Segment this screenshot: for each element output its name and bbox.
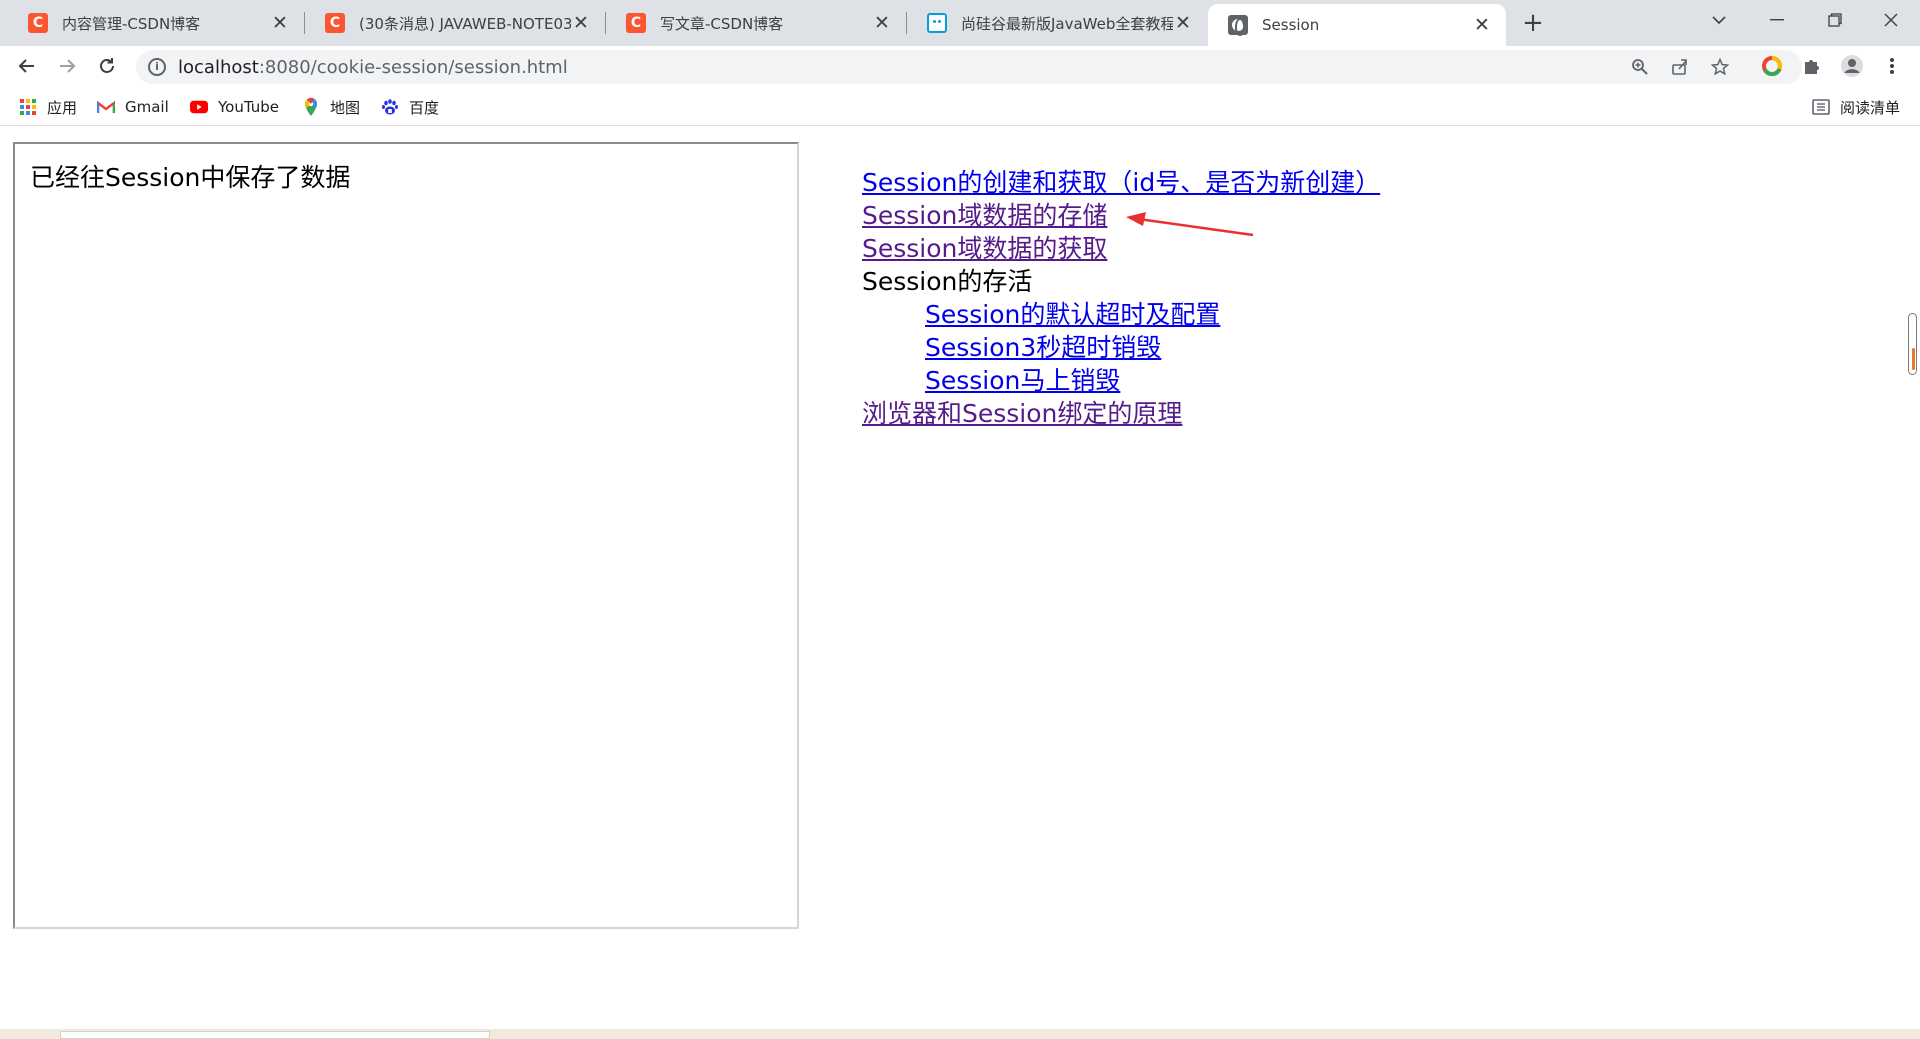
baidu-paw-icon <box>381 98 399 116</box>
close-icon[interactable]: ✕ <box>1472 15 1492 35</box>
result-iframe: 已经往Session中保存了数据 <box>13 142 799 929</box>
link-row: Session马上销毁 <box>862 364 1380 397</box>
bookmark-youtube[interactable]: YouTube <box>190 96 279 118</box>
share-icon[interactable] <box>1670 58 1690 78</box>
tab-title: 内容管理-CSDN博客 <box>62 14 201 33</box>
bookmark-label: Gmail <box>125 98 169 116</box>
tab-session[interactable]: Session ✕ <box>1208 4 1506 46</box>
youtube-icon <box>190 98 208 116</box>
link-row: Session的创建和获取（id号、是否为新创建） <box>862 166 1380 199</box>
reload-button[interactable] <box>91 50 123 82</box>
bookmark-apps[interactable]: 应用 <box>19 96 77 118</box>
bookmark-label: 应用 <box>47 98 78 117</box>
tab-javaweb-note[interactable]: C (30条消息) JAVAWEB-NOTE03_ ✕ <box>305 0 605 46</box>
link-browser-session-binding[interactable]: 浏览器和Session绑定的原理 <box>862 399 1182 428</box>
tab-title: 尚硅谷最新版JavaWeb全套教程, <box>961 14 1173 33</box>
address-bar[interactable]: i localhost:8080/cookie-session/session.… <box>136 50 1802 84</box>
gmail-icon <box>97 98 115 116</box>
close-icon[interactable]: ✕ <box>270 13 290 33</box>
bookmark-baidu[interactable]: 百度 <box>381 96 439 118</box>
link-session-create[interactable]: Session的创建和获取（id号、是否为新创建） <box>862 168 1380 197</box>
close-icon[interactable]: ✕ <box>571 13 591 33</box>
url-text[interactable]: localhost:8080/cookie-session/session.ht… <box>178 57 568 78</box>
link-row: 浏览器和Session绑定的原理 <box>862 397 1380 430</box>
link-session-invalidate-now[interactable]: Session马上销毁 <box>925 366 1120 395</box>
link-session-3s-timeout[interactable]: Session3秒超时销毁 <box>925 333 1161 362</box>
zoom-icon[interactable] <box>1630 58 1650 78</box>
scrollbar-thumb[interactable] <box>1908 313 1917 375</box>
tab-title: (30条消息) JAVAWEB-NOTE03_ <box>359 14 571 33</box>
tab-csdn-content[interactable]: C 内容管理-CSDN博客 ✕ <box>8 0 304 46</box>
bookmarks-bar: 应用 Gmail YouTube 地图 百度 阅读清单 <box>0 88 1920 126</box>
red-arrow-icon <box>1126 212 1254 237</box>
site-info-icon[interactable]: i <box>148 58 166 76</box>
url-host: localhost <box>178 57 259 78</box>
link-row: Session的默认超时及配置 <box>862 298 1380 331</box>
reading-list-button[interactable]: 阅读清单 <box>1812 96 1900 118</box>
close-icon[interactable]: ✕ <box>1173 13 1193 33</box>
restore-button[interactable] <box>1806 0 1864 40</box>
bookmark-label: 地图 <box>330 98 361 117</box>
bookmark-star-icon[interactable] <box>1710 57 1730 78</box>
bookmark-maps[interactable]: 地图 <box>302 96 360 118</box>
session-result-message: 已经往Session中保存了数据 <box>30 163 351 192</box>
bookmark-label: 百度 <box>409 98 440 117</box>
reading-list-icon <box>1812 98 1830 116</box>
forward-button[interactable] <box>51 50 83 82</box>
bookmark-label: YouTube <box>218 98 279 116</box>
link-row: Session3秒超时销毁 <box>862 331 1380 364</box>
browser-toolbar: i localhost:8080/cookie-session/session.… <box>0 46 1920 84</box>
profile-avatar-icon[interactable] <box>1840 54 1864 78</box>
tab-title: Session <box>1262 16 1320 34</box>
extensions-puzzle-icon[interactable] <box>1800 54 1824 78</box>
tab-strip: C 内容管理-CSDN博客 ✕ C (30条消息) JAVAWEB-NOTE03… <box>0 0 1920 46</box>
tab-title: 写文章-CSDN博客 <box>660 14 784 33</box>
csdn-icon: C <box>626 13 646 33</box>
bookmark-gmail[interactable]: Gmail <box>97 96 169 118</box>
tab-search-chevron-icon[interactable] <box>1690 0 1748 40</box>
link-session-store-data[interactable]: Session域数据的存储 <box>862 201 1107 230</box>
csdn-icon: C <box>28 13 48 33</box>
new-tab-button[interactable]: + <box>1518 8 1548 38</box>
csdn-icon: C <box>325 13 345 33</box>
maps-pin-icon <box>302 97 320 116</box>
taskbar-segment <box>60 1031 490 1039</box>
back-button[interactable] <box>11 50 43 82</box>
session-lifetime-heading: Session的存活 <box>862 267 1033 296</box>
globe-icon <box>1228 15 1248 36</box>
minimize-button[interactable] <box>1748 0 1806 40</box>
close-icon[interactable]: ✕ <box>872 13 892 33</box>
close-window-button[interactable] <box>1862 0 1920 40</box>
tab-write-article[interactable]: C 写文章-CSDN博客 ✕ <box>606 0 906 46</box>
bilibili-icon <box>927 13 947 33</box>
session-link-list: Session的创建和获取（id号、是否为新创建） Session域数据的存储 … <box>862 166 1380 430</box>
link-session-get-data[interactable]: Session域数据的获取 <box>862 234 1107 263</box>
menu-kebab-icon[interactable] <box>1880 54 1904 78</box>
apps-grid-icon <box>19 98 37 116</box>
url-path: :8080/cookie-session/session.html <box>258 57 568 78</box>
link-session-default-timeout[interactable]: Session的默认超时及配置 <box>925 300 1220 329</box>
taskbar-edge <box>0 1029 1920 1039</box>
extension-circle-icon[interactable] <box>1760 54 1784 78</box>
reading-list-label: 阅读清单 <box>1840 98 1901 117</box>
tab-bilibili-course[interactable]: 尚硅谷最新版JavaWeb全套教程, ✕ <box>907 0 1207 46</box>
